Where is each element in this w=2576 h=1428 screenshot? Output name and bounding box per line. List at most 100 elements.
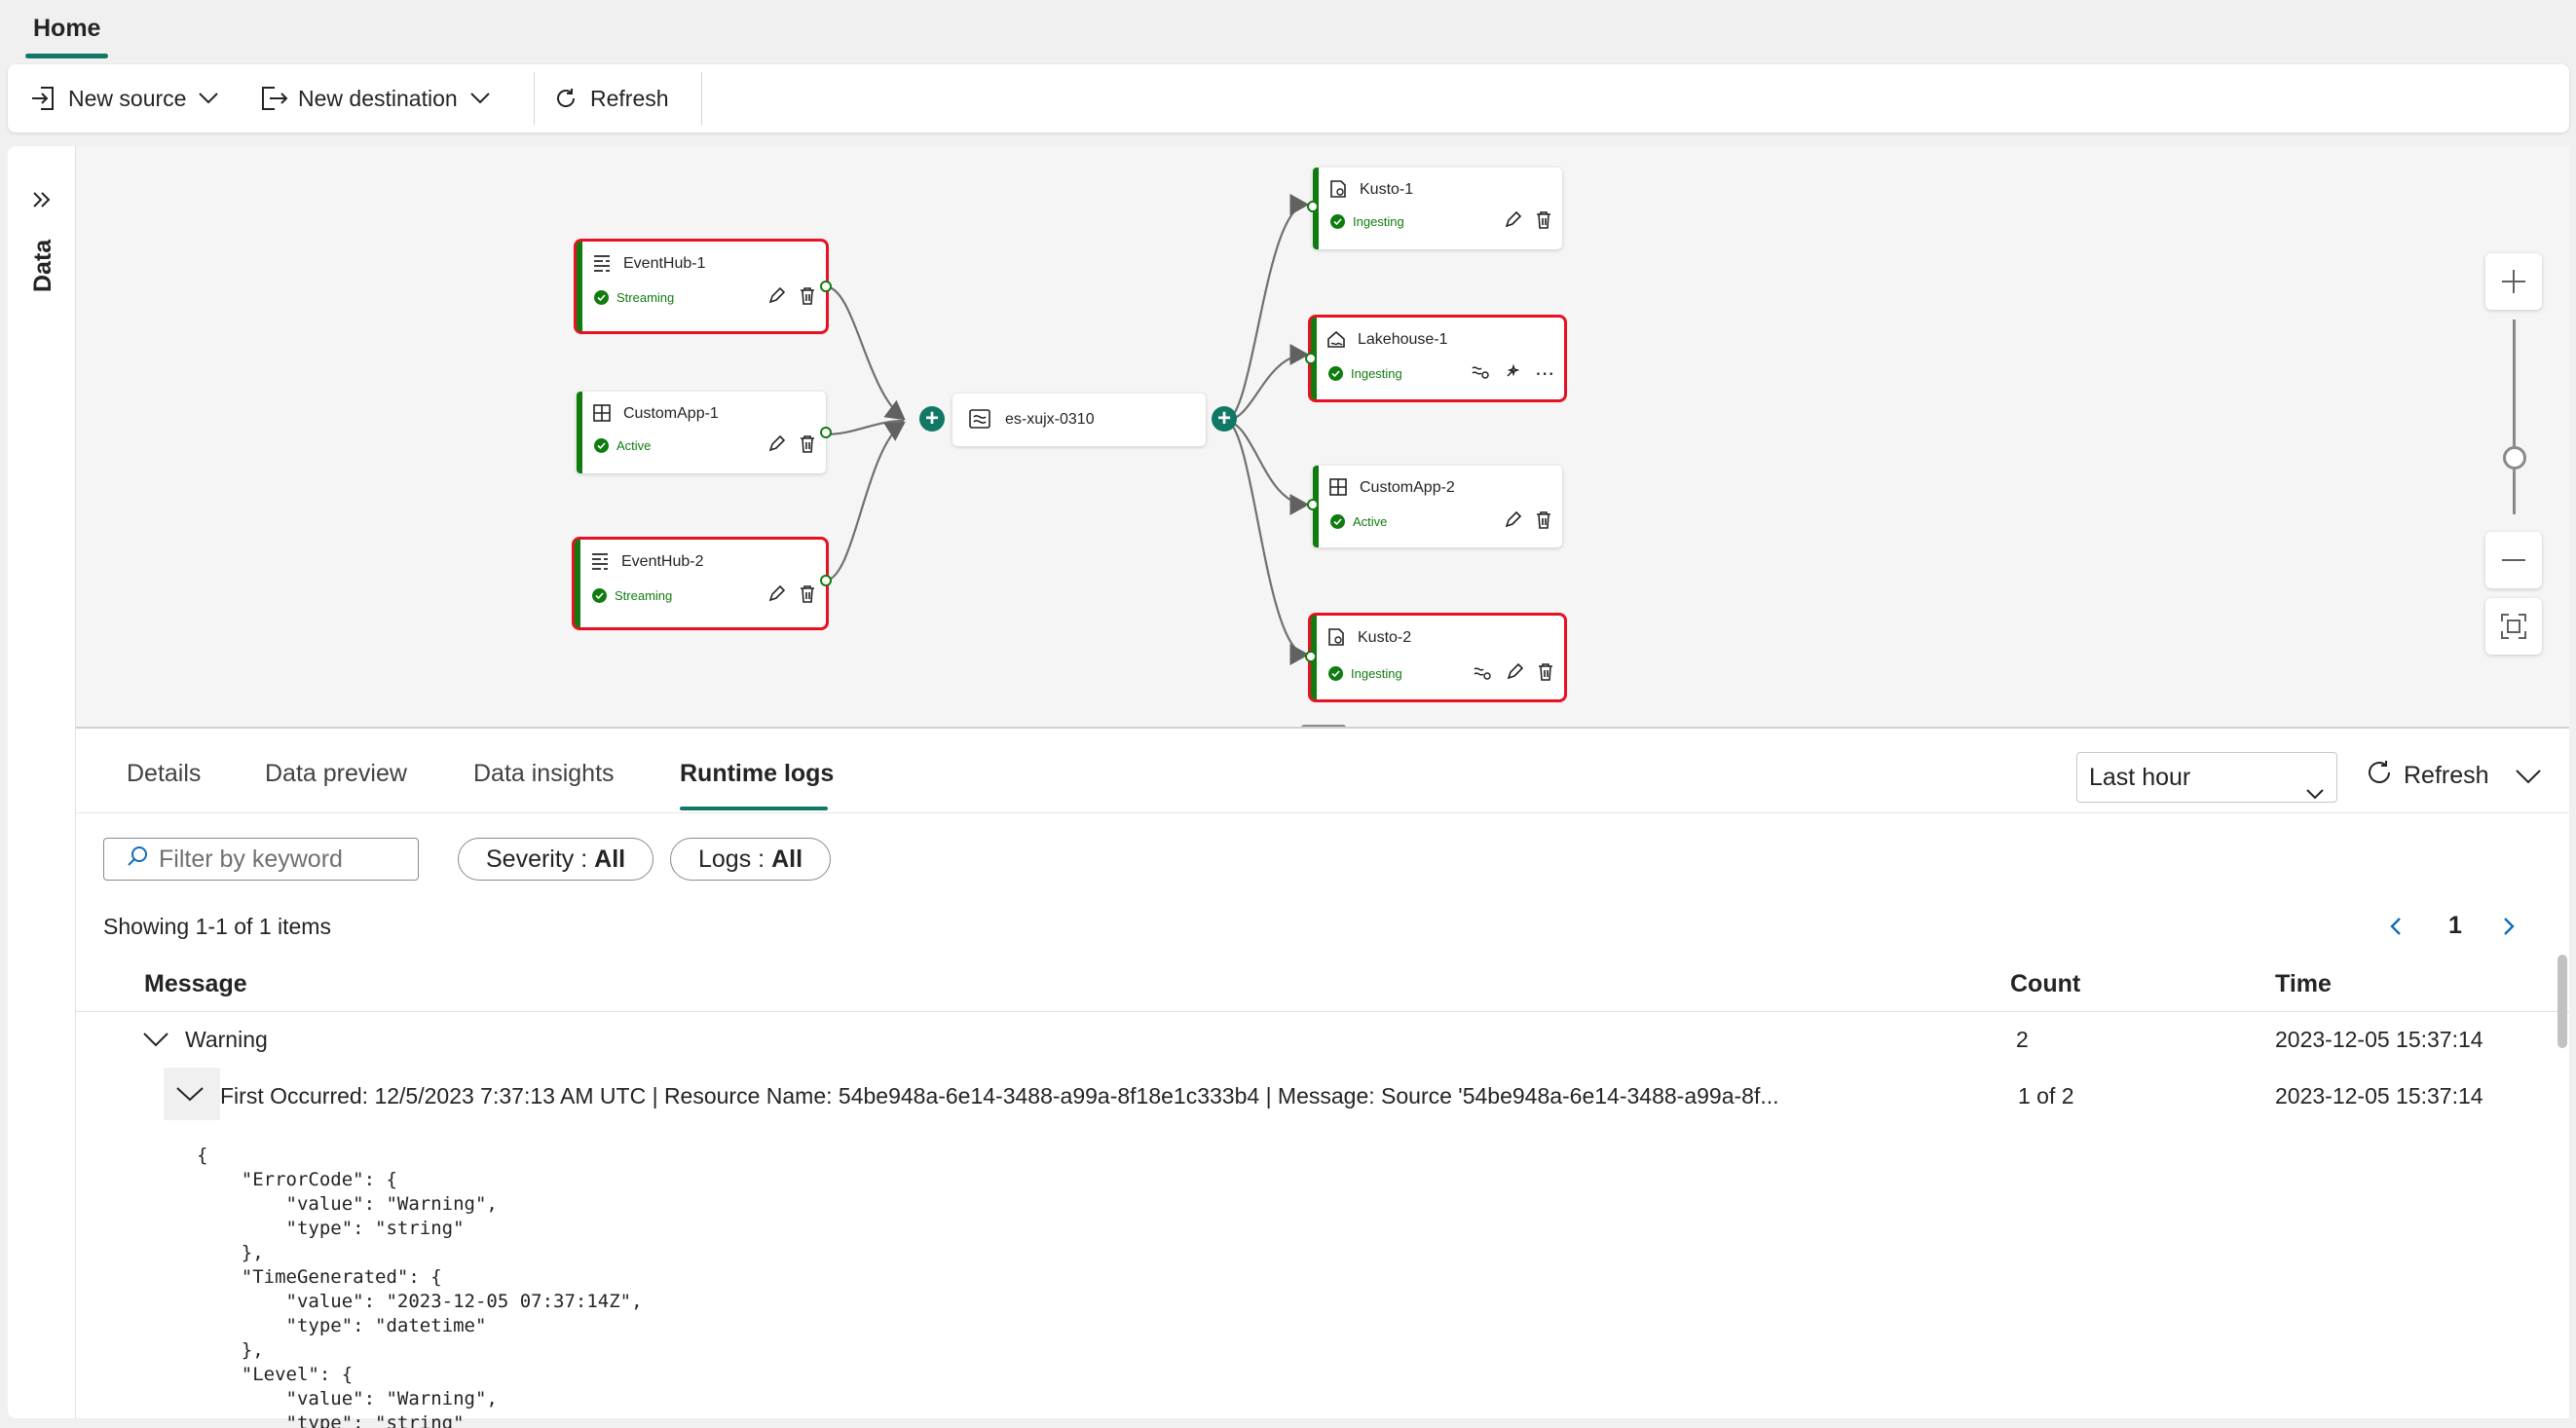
output-port[interactable] [820, 575, 832, 586]
node-status: Active [594, 438, 651, 453]
add-destination-button[interactable]: + [1212, 406, 1237, 432]
column-count[interactable]: Count [2010, 970, 2080, 998]
source-node-eventhub-1[interactable]: EventHub-1 Streaming [574, 239, 832, 334]
tab-runtime-logs[interactable]: Runtime logs [680, 760, 834, 788]
node-status: Ingesting [1330, 214, 1404, 229]
kusto-icon [1326, 627, 1346, 652]
data-side-rail: Data [8, 146, 76, 1418]
current-page[interactable]: 1 [2448, 912, 2462, 940]
minus-icon [2502, 559, 2525, 561]
edit-icon[interactable] [767, 584, 786, 608]
node-status-bar [575, 540, 580, 627]
tab-data-insights[interactable]: Data insights [473, 760, 615, 788]
zoom-slider-thumb[interactable] [2503, 446, 2526, 470]
collapse-panel-icon[interactable] [2515, 768, 2542, 790]
input-port[interactable] [1305, 651, 1317, 662]
edit-icon[interactable] [1504, 510, 1522, 534]
tab-home-label: Home [33, 15, 101, 42]
node-title: CustomApp-1 [623, 405, 719, 422]
delete-icon[interactable] [799, 286, 816, 311]
node-status: Streaming [592, 588, 672, 603]
delete-icon[interactable] [799, 434, 816, 459]
check-icon [1328, 666, 1343, 681]
search-icon [126, 845, 149, 875]
column-message[interactable]: Message [144, 970, 247, 998]
fit-view-icon [2501, 614, 2526, 639]
tab-data-preview[interactable]: Data preview [265, 760, 407, 788]
bottom-panel: Details Data preview Data insights Runti… [76, 727, 2569, 1428]
stream-settings-icon[interactable] [1471, 362, 1490, 385]
input-port[interactable] [1305, 353, 1317, 364]
delete-icon[interactable] [1535, 210, 1552, 235]
delete-icon[interactable] [799, 584, 816, 609]
zoom-out-button[interactable] [2485, 532, 2542, 588]
filter-placeholder: Filter by keyword [159, 845, 343, 873]
destination-node-kusto-2[interactable]: Kusto-2 Ingesting [1305, 613, 1567, 702]
expand-icon[interactable] [31, 189, 53, 215]
row-message: Warning [185, 1027, 268, 1052]
node-status: Ingesting [1328, 366, 1402, 381]
source-node-eventhub-2[interactable]: EventHub-2 Streaming [572, 537, 832, 630]
delete-icon[interactable] [1537, 662, 1554, 687]
rail-data-label[interactable]: Data [29, 240, 57, 292]
edit-icon[interactable] [1504, 210, 1522, 234]
tab-home[interactable]: Home [25, 0, 109, 60]
previous-page-icon[interactable] [2388, 916, 2404, 942]
refresh-button[interactable]: Refresh [553, 64, 669, 132]
toolbar: New source New destination Refresh [8, 64, 2569, 132]
column-time[interactable]: Time [2275, 970, 2332, 998]
logs-filter-button[interactable]: Logs : All [670, 838, 832, 881]
output-port[interactable] [820, 427, 832, 438]
input-port[interactable] [1307, 201, 1319, 212]
zoom-slider-track[interactable] [2513, 319, 2516, 514]
node-status: Streaming [594, 290, 674, 305]
row-time: 2023-12-05 15:37:14 [2275, 1027, 2483, 1052]
node-status-bar [577, 392, 582, 473]
chevron-down-icon[interactable] [142, 1031, 169, 1053]
new-source-label: New source [68, 85, 187, 111]
refresh-icon [2365, 758, 2394, 794]
edit-icon[interactable] [1506, 662, 1524, 686]
severity-filter-button[interactable]: Severity : All [458, 838, 654, 881]
tab-details[interactable]: Details [127, 760, 201, 788]
destination-node-lakehouse-1[interactable]: Lakehouse-1 Ingesting ⋯ [1305, 315, 1567, 402]
expand-row-button[interactable] [164, 1068, 220, 1120]
tabs-divider [76, 812, 2569, 813]
stream-settings-icon[interactable] [1473, 663, 1492, 686]
next-page-icon[interactable] [2501, 916, 2517, 942]
vertical-scrollbar[interactable] [2557, 955, 2567, 1048]
input-port[interactable] [1307, 499, 1319, 510]
output-port[interactable] [820, 281, 832, 292]
fit-to-screen-button[interactable] [2485, 598, 2542, 655]
destination-node-customapp-2[interactable]: CustomApp-2 Active [1307, 466, 1562, 547]
sparkle-edit-icon[interactable] [1504, 362, 1521, 385]
time-range-select[interactable]: Last hour [2076, 752, 2337, 803]
custom-app-icon [592, 403, 612, 428]
edit-icon[interactable] [767, 434, 786, 458]
stream-name: es-xujx-0310 [1005, 411, 1095, 428]
delete-icon[interactable] [1535, 510, 1552, 535]
more-options-icon[interactable]: ⋯ [1535, 364, 1554, 384]
row-count: 2 [2016, 1027, 2029, 1052]
add-source-button[interactable]: + [919, 406, 945, 432]
log-json-detail: { "ErrorCode": { "value": "Warning", "ty… [197, 1145, 643, 1428]
eventhub-icon [592, 253, 612, 278]
source-node-customapp-1[interactable]: CustomApp-1 Active [577, 392, 832, 473]
node-title: EventHub-1 [623, 255, 706, 272]
stream-node[interactable]: es-xujx-0310 [952, 394, 1206, 446]
new-destination-button[interactable]: New destination [259, 64, 491, 132]
panel-refresh-label: Refresh [2404, 762, 2489, 789]
node-status: Ingesting [1328, 666, 1402, 681]
check-icon [1328, 366, 1343, 381]
zoom-in-button[interactable] [2485, 253, 2542, 310]
eventstream-canvas[interactable]: EventHub-1 Streaming CustomApp-1 Active … [76, 146, 2569, 727]
node-title: EventHub-2 [621, 553, 704, 570]
destination-node-kusto-1[interactable]: Kusto-1 Ingesting [1307, 168, 1562, 249]
check-icon [1330, 214, 1345, 229]
filter-keyword-input[interactable]: Filter by keyword [103, 838, 419, 881]
panel-refresh-button[interactable]: Refresh [2365, 758, 2489, 794]
refresh-label: Refresh [590, 85, 669, 111]
edit-icon[interactable] [767, 286, 786, 310]
new-source-button[interactable]: New source [29, 64, 219, 132]
node-status: Active [1330, 514, 1387, 529]
